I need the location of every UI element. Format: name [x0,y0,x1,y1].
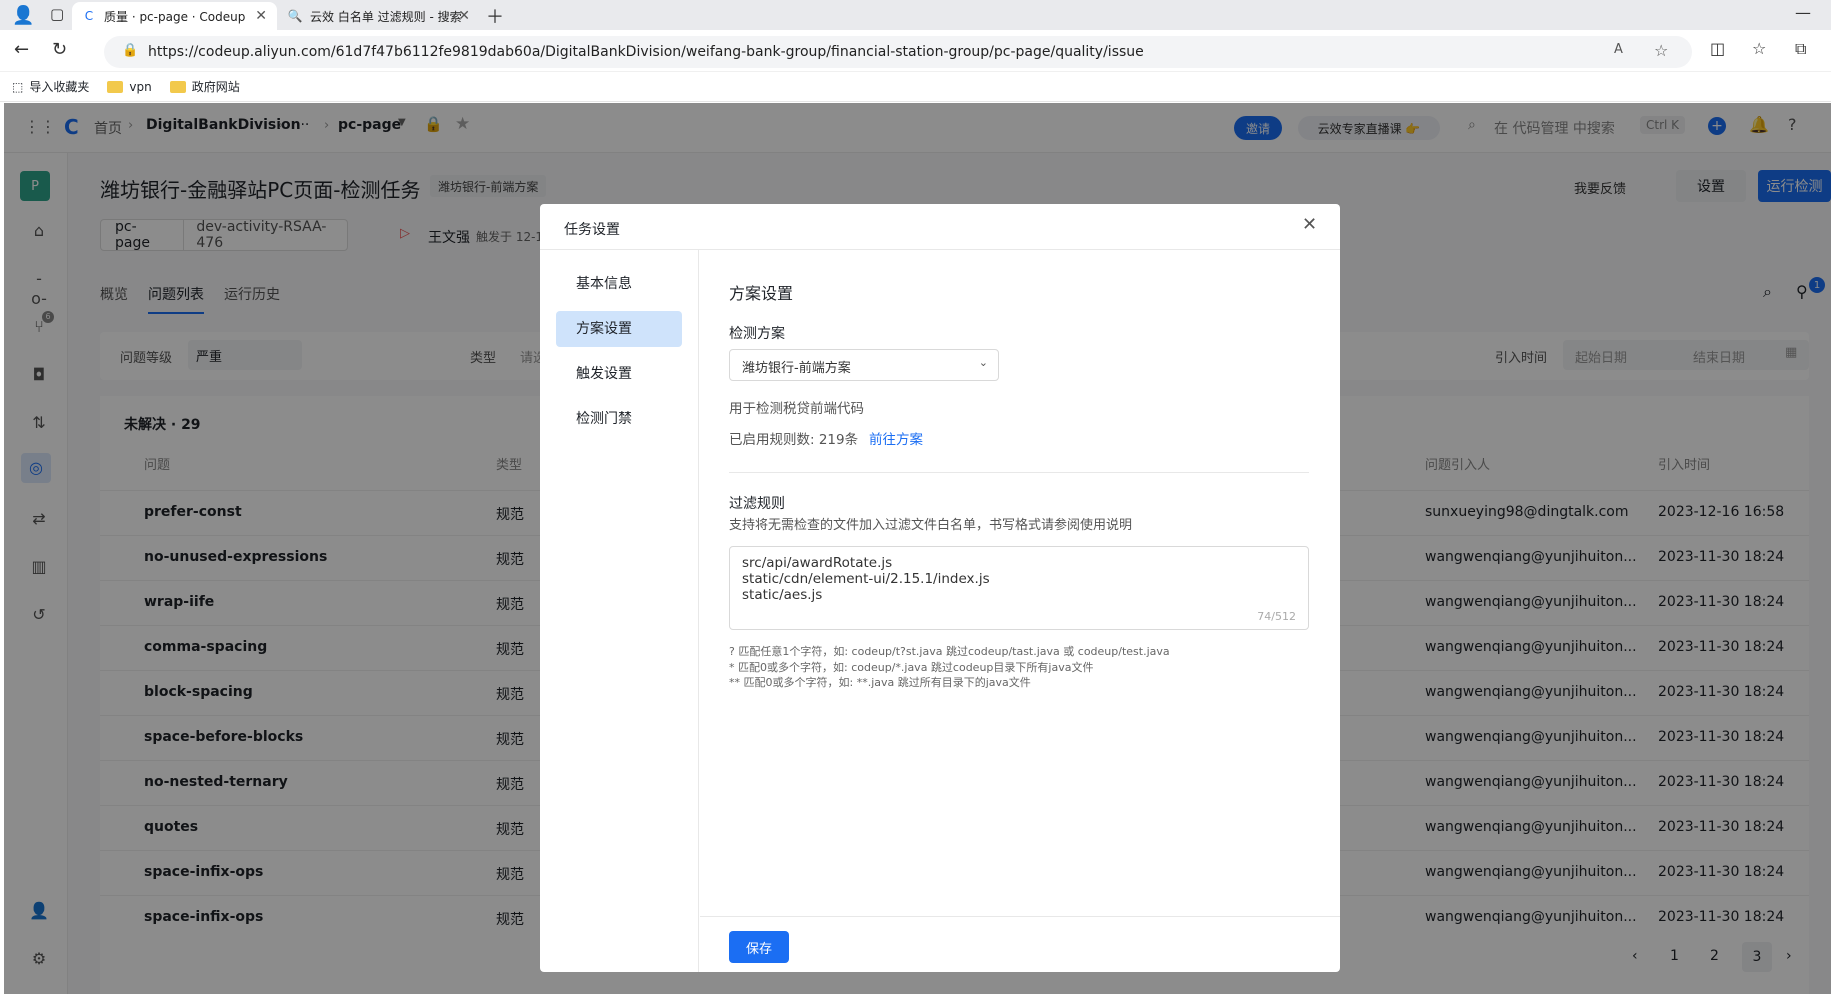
browser-tab-bar: 👤 ▢ C 质量 · pc-page · Codeup ✕ 🔍 云效 白名单 过… [0,0,1831,30]
refresh-icon[interactable]: ↻ [52,39,67,60]
read-aloud-icon[interactable]: A [1614,42,1623,57]
save-button[interactable]: 保存 [729,931,789,963]
folder-icon [169,80,186,93]
favorites-icon[interactable]: ☆ [1752,39,1766,58]
filter-line: src/api/awardRotate.js [742,555,893,571]
close-icon[interactable]: ✕ [1302,214,1317,235]
profile-icon[interactable]: 👤 [12,5,34,26]
collections-icon[interactable]: ⧉ [1795,39,1806,59]
close-tab-icon[interactable]: ✕ [255,8,267,24]
lock-icon: 🔒 [122,43,139,58]
tab-codeup[interactable]: C 质量 · pc-page · Codeup ✕ [72,2,277,30]
divider [729,472,1309,473]
back-icon[interactable]: ← [14,39,29,60]
search-icon: 🔍 [287,9,303,23]
filter-line: static/cdn/element-ui/2.15.1/index.js [742,571,990,587]
import-icon: ⬚ [12,79,24,94]
nav-quality-gate[interactable]: 检测门禁 [556,401,682,437]
scheme-select[interactable]: 潍坊银行-前端方案 ⌄ [729,349,999,381]
modal-header: 任务设置 ✕ [540,204,1340,250]
task-settings-modal: 任务设置 ✕ 基本信息 方案设置 触发设置 检测门禁 方案设置 检测方案 潍坊银… [540,204,1340,972]
scheme-select-value: 潍坊银行-前端方案 [742,361,851,376]
bookmark-vpn[interactable]: vpn [107,80,152,94]
goto-scheme-link[interactable]: 前往方案 [869,428,923,448]
filter-rules-textarea[interactable]: src/api/awardRotate.js static/cdn/elemen… [729,546,1309,630]
section-title: 方案设置 [729,284,794,303]
filter-rules-description: 支持将无需检查的文件加入过滤文件白名单，书写格式请参阅使用说明 [729,518,1133,533]
char-count: 74/512 [1257,610,1296,623]
chevron-down-icon: ⌄ [978,356,988,369]
tab-title: 云效 白名单 过滤规则 - 搜索 [310,9,462,24]
bookmark-gov[interactable]: 政府网站 [169,78,240,95]
folder-icon [107,80,124,93]
tab-title: 质量 · pc-page · Codeup [104,9,246,24]
nav-scheme-settings[interactable]: 方案设置 [556,311,682,347]
close-tab-icon[interactable]: ✕ [458,8,470,24]
filter-rules-title: 过滤规则 [729,496,785,512]
rules-count: 已启用规则数: 219条 [729,432,859,448]
help-text: ? 匹配任意1个字符，如: codeup/t?st.java 跳过codeup/… [729,644,1170,691]
new-tab-icon[interactable]: ＋ [486,3,504,29]
favorite-star-icon[interactable]: ☆ [1654,41,1668,60]
modal-title: 任务设置 [564,222,620,238]
nav-trigger-settings[interactable]: 触发设置 [556,356,682,392]
help-line: ** 匹配0或多个字符，如: **.java 跳过所有目录下的java文件 [729,676,1031,689]
split-screen-icon[interactable]: ◫ [1710,39,1725,58]
codeup-logo-icon: C [84,9,94,23]
minimize-icon[interactable]: — [1795,3,1811,22]
modal-nav: 基本信息 方案设置 触发设置 检测门禁 [540,250,699,972]
help-line: * 匹配0或多个字符，如: codeup/*.java 跳过codeup目录下所… [729,660,1094,674]
tab-actions-icon[interactable]: ▢ [50,5,64,23]
tab-search[interactable]: 🔍 云效 白名单 过滤规则 - 搜索 ✕ [278,2,480,30]
modal-footer: 保存 [700,916,1340,972]
bookmark-import[interactable]: ⬚ 导入收藏夹 [12,78,89,95]
url-input[interactable]: 🔒 https://codeup.aliyun.com/61d7f47b6112… [104,36,1692,68]
scheme-description: 用于检测税贷前端代码 [729,401,864,417]
scheme-label: 检测方案 [729,326,785,342]
bookmarks-bar: ⬚ 导入收藏夹 vpn 政府网站 [0,72,1831,102]
help-line: ? 匹配任意1个字符，如: codeup/t?st.java 跳过codeup/… [729,645,1170,658]
filter-line: static/aes.js [742,587,823,603]
url-text: https://codeup.aliyun.com/61d7f47b6112fe… [148,44,1144,60]
nav-basic-info[interactable]: 基本信息 [556,266,682,302]
